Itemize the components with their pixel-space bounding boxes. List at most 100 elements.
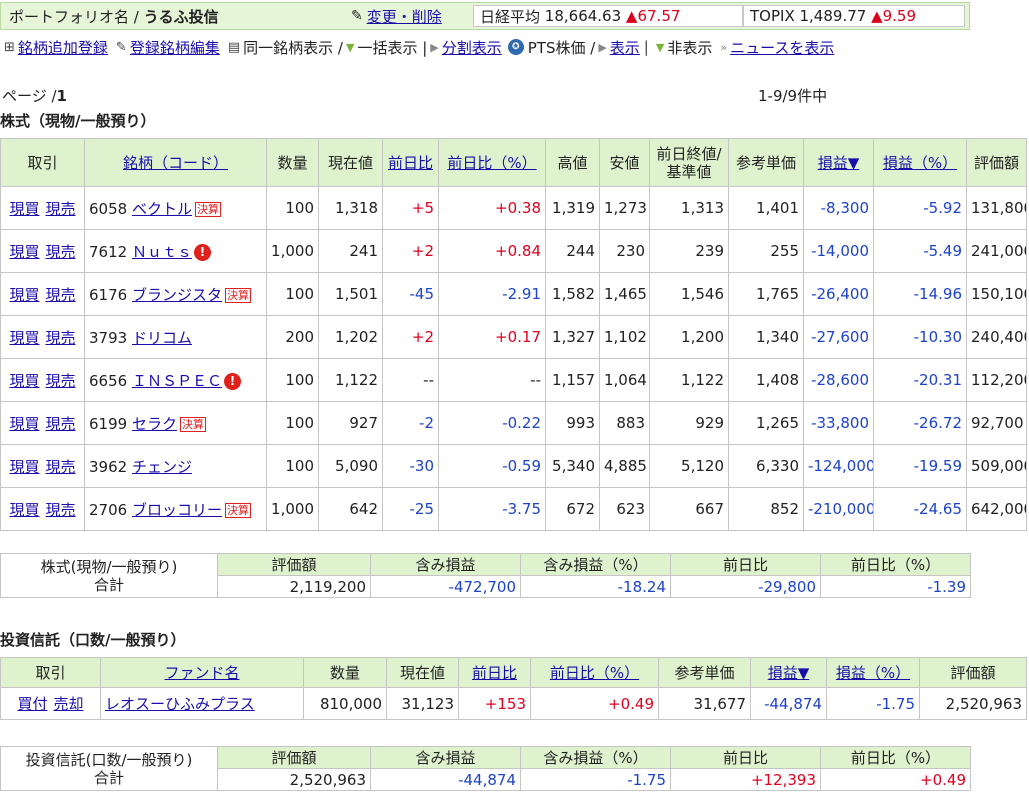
sort-fund-pl-pct-link[interactable]: 損益（%） (836, 664, 910, 682)
fund-col-name[interactable]: ファンド名 (100, 657, 304, 688)
high: 1,327 (545, 315, 600, 359)
col-change[interactable]: 前日比 (382, 138, 439, 187)
earnings-badge: 決算 (179, 416, 206, 432)
stock-name-link[interactable]: ブランジスタ (132, 286, 222, 304)
trade-cell: 現買 現売 (0, 358, 85, 402)
trade-cell: 現買 現売 (0, 229, 85, 273)
buy-link[interactable]: 現買 (9, 372, 39, 390)
stock-name-link[interactable]: ベクトル (132, 200, 192, 218)
fund-buy-link[interactable]: 買付 (17, 695, 47, 713)
split-display-link[interactable]: 分割表示 (442, 37, 502, 58)
change: -45 (382, 272, 439, 316)
stock-name-link[interactable]: ドリコム (132, 329, 192, 347)
qty: 100 (266, 358, 319, 402)
triangle-right-icon: ▶ (430, 40, 439, 54)
table-row: 現買 現売 6058 ベクトル 決算 100 1,318 +5 +0.38 1,319 1,273… (0, 186, 1027, 230)
funds-section-title: 投資信託（口数/一般預り） (0, 631, 186, 649)
change-pct: -2.91 (438, 272, 546, 316)
sell-link[interactable]: 現売 (46, 200, 76, 218)
sell-link[interactable]: 現売 (46, 372, 76, 390)
profit-loss: -26,400 (803, 272, 874, 316)
portfolio-name-label: ポートフォリオ名 / (9, 7, 144, 26)
page-number: 1 (56, 87, 67, 105)
fund-col-change[interactable]: 前日比 (458, 657, 531, 688)
funds-summary-label-line2: 合計 (93, 768, 124, 787)
earnings-badge: 決算 (224, 287, 251, 303)
sell-link[interactable]: 現売 (46, 458, 76, 476)
sort-fund-pl-link[interactable]: 損益▼ (768, 664, 810, 682)
buy-link[interactable]: 現買 (9, 243, 39, 261)
earnings-badge: 決算 (194, 201, 221, 217)
col-change-pct[interactable]: 前日比（%） (438, 138, 546, 187)
qty: 1,000 (266, 229, 319, 273)
qty: 100 (266, 444, 319, 488)
sort-pl-pct-link[interactable]: 損益（%） (883, 154, 957, 172)
market-value: 131,800 (966, 186, 1027, 230)
topix-index-box: TOPIX 1,489.77 ▲9.59 (743, 5, 965, 27)
portfolio-header-bar: ポートフォリオ名 / うるふ投信 ✎ 変更・削除 日経平均 18,664.63 … (0, 2, 970, 30)
qty: 100 (266, 272, 319, 316)
table-row: 現買 現売 6199 セラク 決算 100 927 -2 -0.22 993 883 929 1,26… (0, 401, 1027, 445)
portfolio-toolbar: ⊞ 銘柄追加登録 ✎ 登録銘柄編集 ▤ 同一銘柄表示 / ▼ 一括表示 | ▶ … (2, 36, 834, 58)
buy-link[interactable]: 現買 (9, 200, 39, 218)
stock-name-link[interactable]: チェンジ (132, 458, 192, 476)
fund-name-link[interactable]: レオスーひふみプラス (105, 695, 255, 713)
sell-link[interactable]: 現売 (46, 329, 76, 347)
sort-fund-change-pct-link[interactable]: 前日比（%） (550, 664, 639, 682)
high: 993 (545, 401, 600, 445)
stock-name-link[interactable]: ブロッコリー (132, 501, 222, 519)
table-row: 現買 現売 3962 チェンジ 100 5,090 -30 -0.59 5,340 4,885 5… (0, 444, 1027, 488)
profit-loss: -124,000 (803, 444, 874, 488)
buy-link[interactable]: 現買 (9, 415, 39, 433)
show-link[interactable]: 表示 (610, 37, 640, 58)
buy-link[interactable]: 現買 (9, 458, 39, 476)
stocks-table: 取引 銘柄（コード） 数量 現在値 前日比 前日比（%） 高値 安値 前日終値/… (0, 138, 1027, 531)
col-name[interactable]: 銘柄（コード） (84, 138, 267, 187)
col-pl[interactable]: 損益▼ (803, 138, 874, 187)
sort-fund-change-link[interactable]: 前日比 (472, 664, 517, 682)
stock-name-link[interactable]: Ｎｕｔｓ (132, 243, 192, 261)
sell-link[interactable]: 現売 (46, 286, 76, 304)
sort-fund-name-link[interactable]: ファンド名 (164, 664, 239, 682)
trade-cell: 現買 現売 (0, 487, 85, 531)
stock-code: 6656 (89, 371, 128, 390)
trade-cell: 現買 現売 (0, 272, 85, 316)
fund-col-pl-pct[interactable]: 損益（%） (826, 657, 920, 688)
sort-change-link[interactable]: 前日比 (388, 154, 433, 172)
sell-link[interactable]: 現売 (46, 415, 76, 433)
sort-change-pct-link[interactable]: 前日比（%） (447, 154, 536, 172)
prev-close: 1,122 (649, 358, 729, 402)
change-pct: +0.38 (438, 186, 546, 230)
alert-icon: ! (223, 372, 241, 390)
change: -30 (382, 444, 439, 488)
edit-delete-link[interactable]: 変更・削除 (367, 6, 442, 27)
fund-col-change-pct[interactable]: 前日比（%） (530, 657, 659, 688)
sort-name-link[interactable]: 銘柄（コード） (123, 154, 228, 172)
sell-link[interactable]: 現売 (46, 501, 76, 519)
buy-link[interactable]: 現買 (9, 501, 39, 519)
add-stock-link[interactable]: 銘柄追加登録 (18, 37, 108, 58)
buy-link[interactable]: 現買 (9, 329, 39, 347)
prev-close: 239 (649, 229, 729, 273)
high: 244 (545, 229, 600, 273)
col-pl-pct[interactable]: 損益（%） (873, 138, 967, 187)
add-stock-icon: ⊞ (4, 39, 15, 55)
stock-name-link[interactable]: セラク (132, 415, 177, 433)
prev-close-header-label: 前日終値/基準値 (656, 144, 722, 181)
alert-icon: ! (193, 243, 211, 261)
edit-stocks-link[interactable]: 登録銘柄編集 (130, 37, 220, 58)
sort-pl-link[interactable]: 損益▼ (818, 154, 860, 172)
show-news-link[interactable]: ニュースを表示 (730, 37, 834, 58)
buy-link[interactable]: 現買 (9, 286, 39, 304)
sum-change-pct: -1.39 (820, 575, 971, 598)
fund-sell-link[interactable]: 売却 (54, 695, 84, 713)
stock-name-link[interactable]: ＩＮＳＰＥＣ (132, 372, 222, 390)
change-pct: -0.59 (438, 444, 546, 488)
stock-name-cell: 3962 チェンジ (84, 444, 267, 488)
sell-link[interactable]: 現売 (46, 243, 76, 261)
sum-change: -29,800 (670, 575, 821, 598)
funds-summary-label: 投資信託(口数/一般預り) 合計 (0, 746, 218, 791)
fund-change-pct: +0.49 (530, 687, 659, 720)
fund-col-pl[interactable]: 損益▼ (750, 657, 827, 688)
cost-basis: 1,340 (728, 315, 804, 359)
